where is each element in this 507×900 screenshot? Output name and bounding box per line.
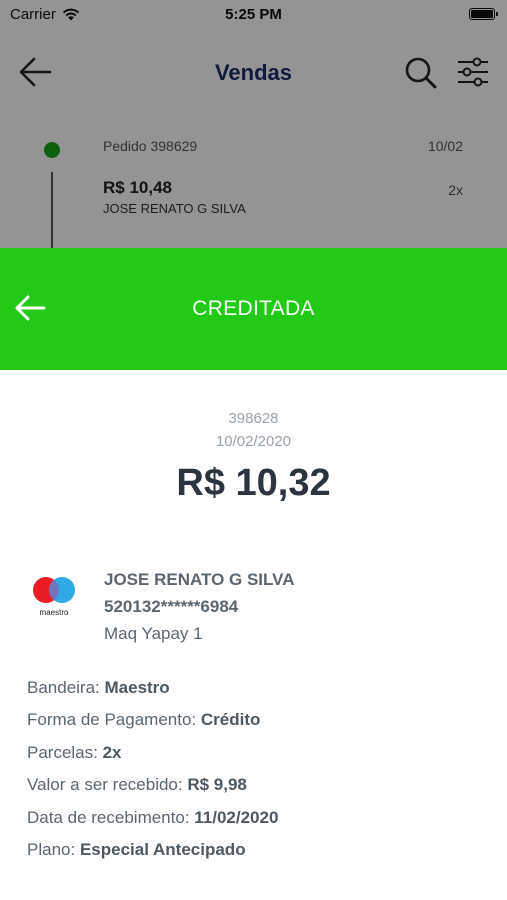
detail-brand: Bandeira: Maestro <box>27 678 170 697</box>
transaction-status: CREDITADA <box>192 297 315 320</box>
terminal-name: Maq Yapay 1 <box>104 624 203 643</box>
transaction-status-header: CREDITADA <box>0 248 507 370</box>
dim-overlay[interactable] <box>0 0 507 248</box>
transaction-amount: R$ 10,32 <box>176 462 331 504</box>
card-number: 520132******6984 <box>104 597 239 616</box>
card-holder-name: JOSE RENATO G SILVA <box>104 570 295 589</box>
detail-payment-method: Forma de Pagamento: Crédito <box>27 710 261 730</box>
payment-details-list: Bandeira: Maestro Forma de Pagamento: Cr… <box>27 678 278 872</box>
detail-receipt-date: Data de recebimento: 11/02/2020 <box>27 807 279 827</box>
detail-amount-to-receive: Valor a ser recebido: R$ 9,98 <box>27 775 247 795</box>
transaction-id: 398628 <box>228 410 279 427</box>
detail-installments: Parcelas: 2x <box>27 742 122 762</box>
maestro-logo: maestro <box>33 577 75 617</box>
card-brand-text: maestro <box>40 608 69 617</box>
transaction-details-panel: 398628 10/02/2020 R$ 10,32 maestro JOSE … <box>0 370 507 900</box>
detail-plan: Plano: Especial Antecipado <box>27 839 246 859</box>
transaction-date: 10/02/2020 <box>215 433 292 450</box>
